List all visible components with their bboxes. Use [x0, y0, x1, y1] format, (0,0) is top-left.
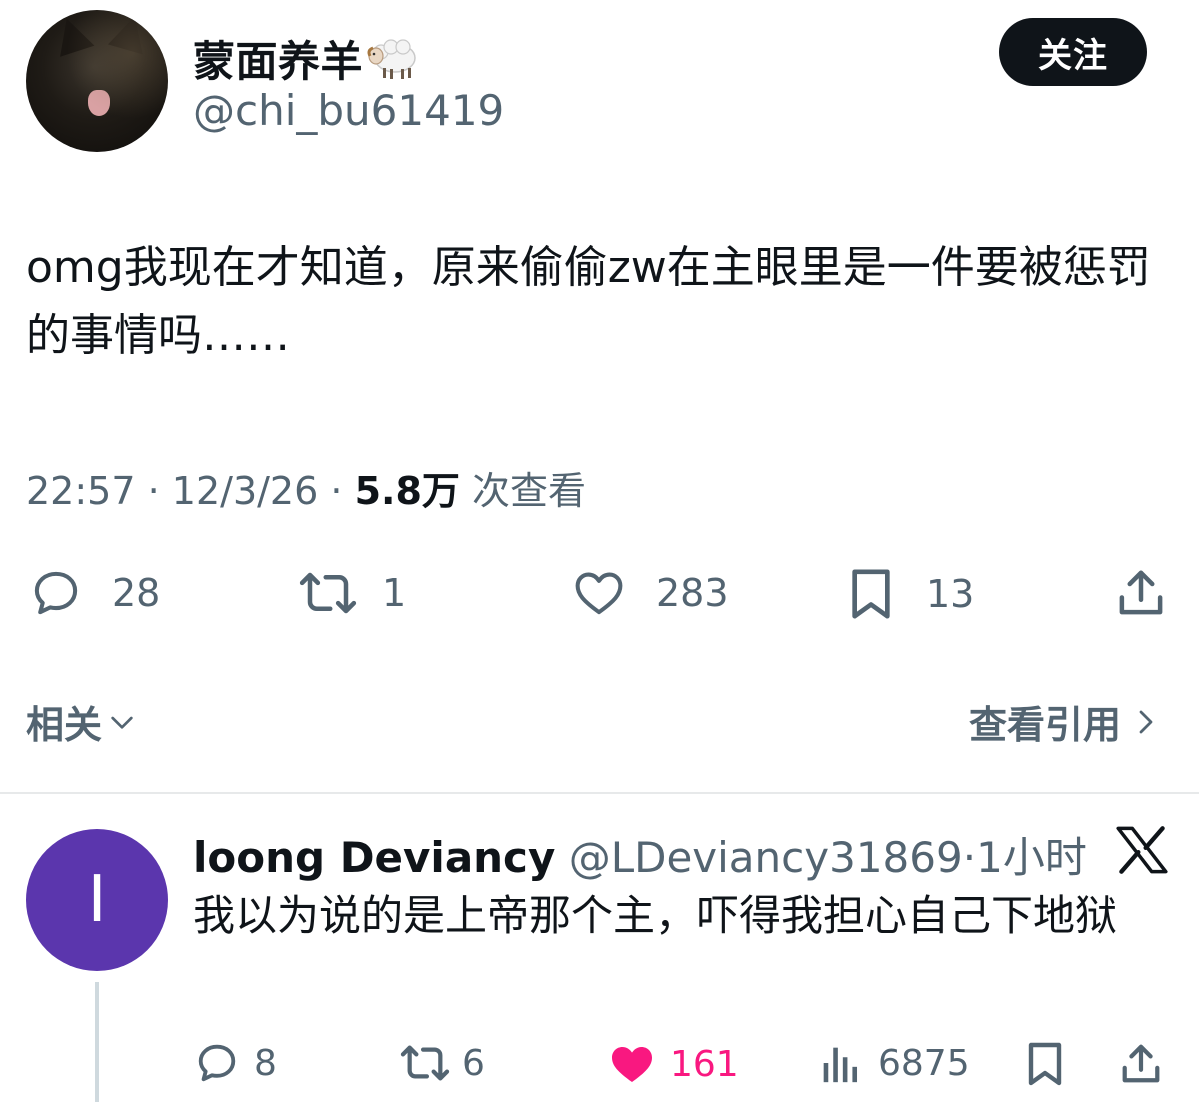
related-dropdown[interactable]: 相关 [26, 694, 138, 749]
tweet-meta: 22:57 · 12/3/26 · 5.8万 次查看 [26, 460, 586, 515]
meta-separator: · [330, 469, 343, 513]
avatar[interactable] [26, 10, 168, 152]
tweet-text: omg我现在才知道，原来偷偷zw在主眼里是一件要被惩罚的事情吗…… [26, 242, 1151, 361]
meta-separator: · [147, 469, 160, 513]
share-icon [1119, 570, 1163, 615]
reply-reply-count: 8 [254, 1042, 277, 1084]
related-label: 相关 [26, 703, 103, 747]
reply-avatar[interactable]: I [26, 829, 168, 971]
reply-retweet-count: 6 [462, 1042, 485, 1084]
divider [0, 792, 1199, 794]
share-icon [1122, 1044, 1160, 1083]
reply-handle[interactable]: @LDeviancy31869 [569, 833, 963, 882]
bookmark-count: 13 [926, 572, 975, 616]
author-name-text: 蒙面养羊 [193, 37, 364, 86]
views-label: 次查看 [472, 469, 587, 513]
tweet-date[interactable]: 12/3/26 [172, 469, 319, 513]
reply-share-button[interactable] [1118, 1040, 1164, 1088]
share-button[interactable] [1114, 566, 1168, 620]
view-quotes-label: 查看引用 [968, 703, 1121, 747]
retweet-count: 1 [382, 571, 407, 615]
thread-line [95, 982, 99, 1102]
heart-icon [575, 572, 623, 615]
reply-text: 我以为说的是上帝那个主，吓得我担心自己下地狱 [193, 891, 1118, 940]
follow-button[interactable]: 关注 [999, 18, 1147, 86]
analytics-icon [823, 1047, 858, 1083]
reply-button[interactable]: 28 [28, 566, 160, 620]
bookmark-icon [852, 569, 890, 619]
reply-icon [198, 1044, 236, 1082]
bookmark-icon [1028, 1042, 1062, 1086]
author-display-name[interactable]: 蒙面养羊 [193, 28, 425, 90]
reply-header: loong Deviancy @LDeviancy31869·1小时 [193, 824, 1087, 885]
reply-bookmark-button[interactable] [1024, 1040, 1066, 1088]
reply-like-button[interactable]: 161 [606, 1040, 739, 1088]
reply-reply-button[interactable]: 8 [194, 1040, 277, 1086]
x-logo-icon [1116, 826, 1168, 878]
bookmark-button[interactable]: 13 [846, 566, 974, 622]
view-quotes-link[interactable]: 查看引用 [969, 694, 1161, 749]
reply-separator: · [962, 833, 977, 882]
reply-like-count: 161 [670, 1043, 739, 1085]
sheep-emoji-icon [365, 32, 425, 90]
reply-display-name[interactable]: loong Deviancy [193, 833, 555, 882]
reply-time[interactable]: 1小时 [976, 833, 1087, 882]
tweet-time[interactable]: 22:57 [26, 469, 136, 513]
reply-views-button[interactable]: 6875 [818, 1040, 970, 1086]
reply-retweet-button[interactable]: 6 [398, 1040, 485, 1086]
like-button[interactable]: 283 [570, 566, 729, 620]
retweet-icon [299, 572, 357, 614]
heart-filled-icon [612, 1047, 652, 1082]
reply-count: 28 [112, 571, 161, 615]
author-handle[interactable]: @chi_bu61419 [193, 86, 504, 135]
retweet-icon [400, 1045, 450, 1081]
reply-icon [34, 571, 78, 615]
avatar-highlight [26, 10, 168, 152]
like-count: 283 [656, 571, 729, 615]
reply-avatar-letter: I [87, 863, 107, 937]
retweet-button[interactable]: 1 [296, 566, 406, 620]
reply-views-count: 6875 [878, 1042, 970, 1084]
views-count[interactable]: 5.8万 [355, 469, 460, 513]
chevron-right-icon [1139, 710, 1153, 733]
chevron-down-icon [111, 716, 133, 729]
